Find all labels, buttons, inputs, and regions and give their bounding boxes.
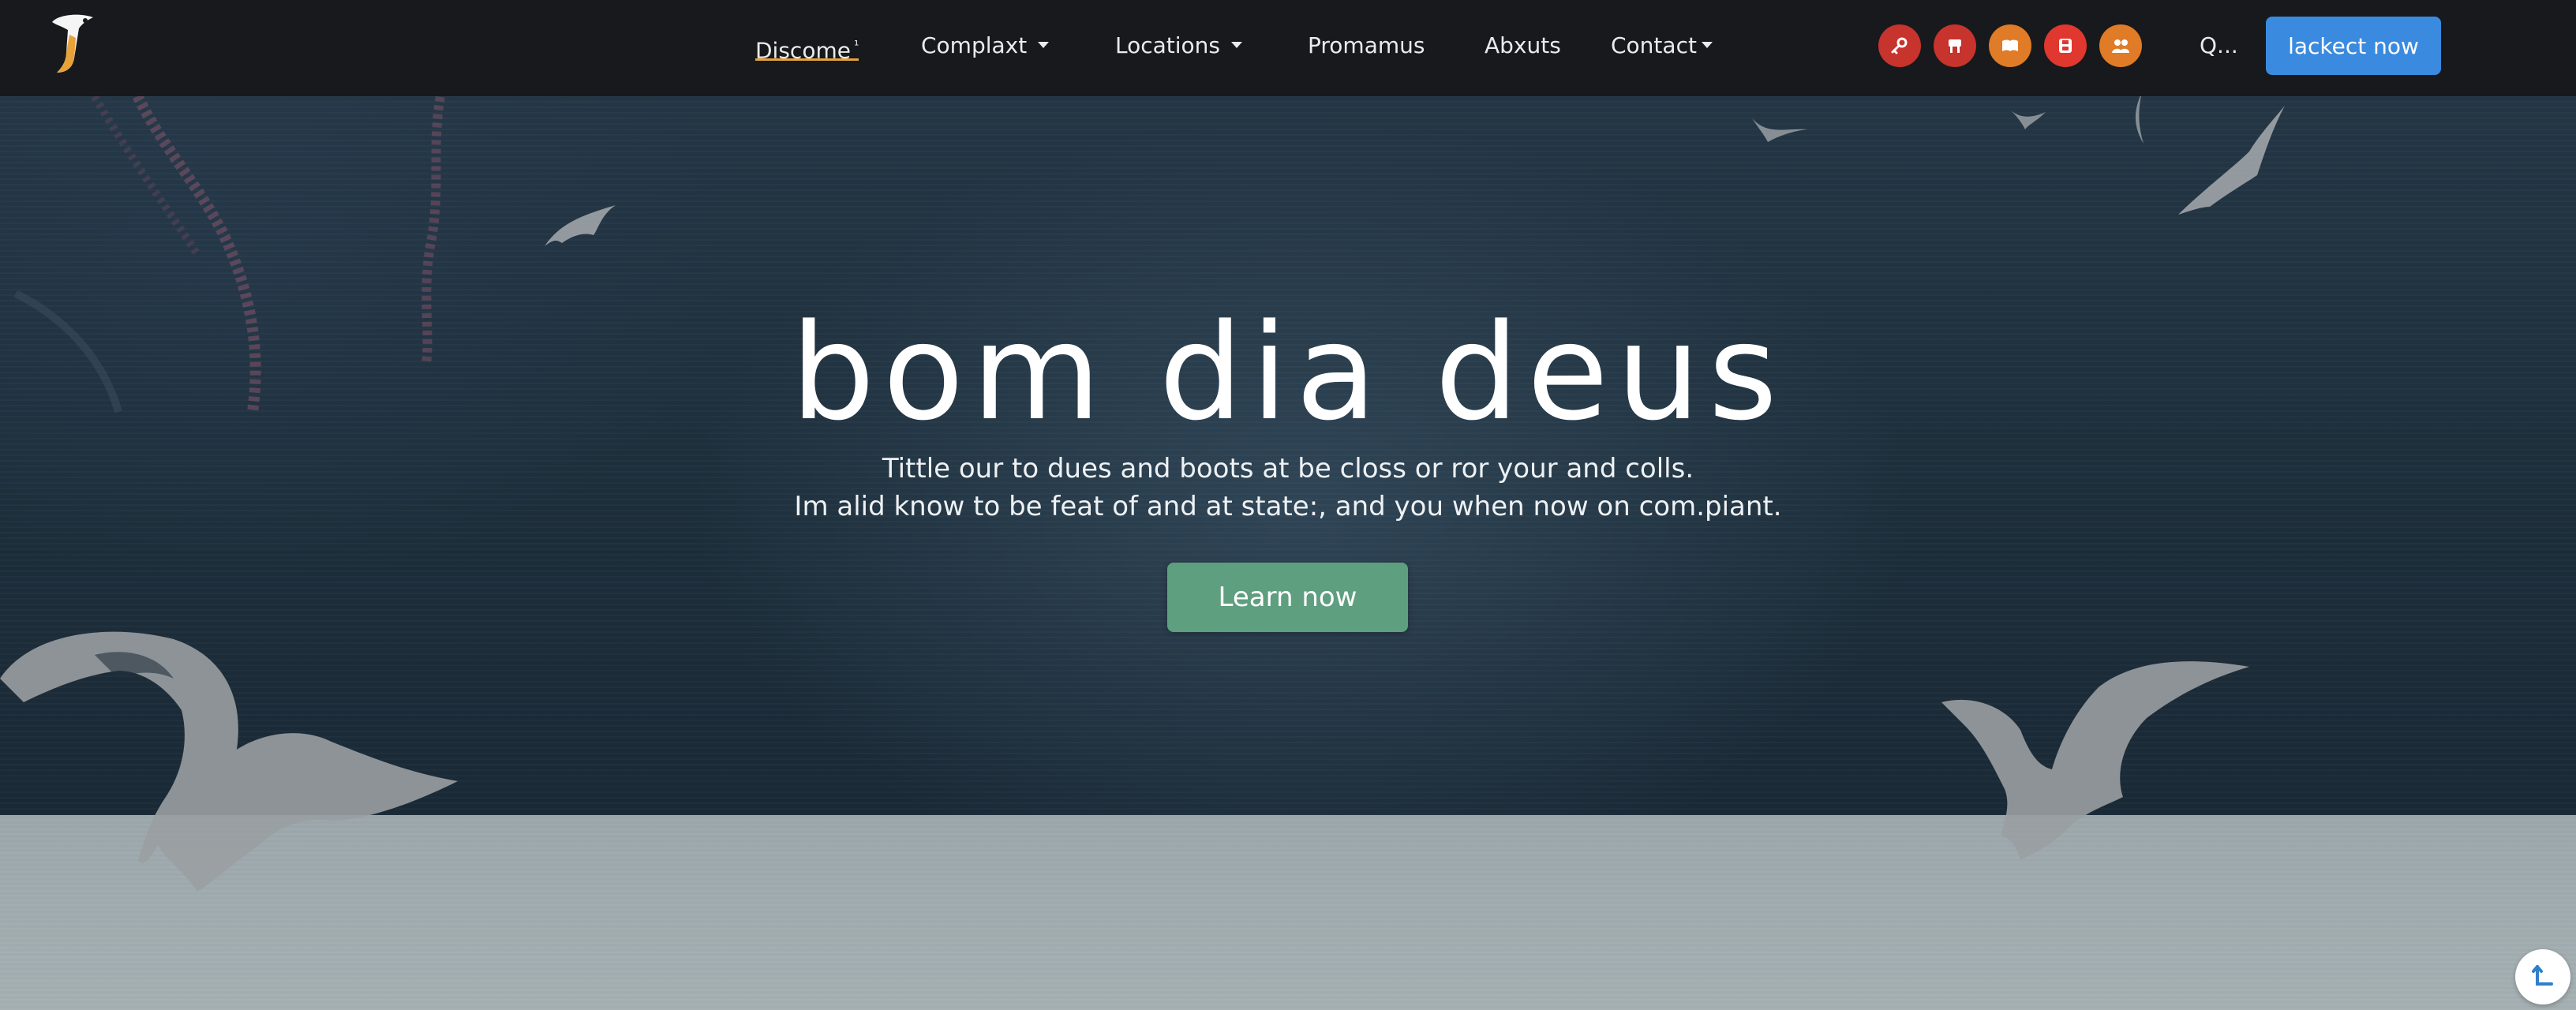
save-icon[interactable] bbox=[2044, 24, 2087, 67]
chevron-down-icon bbox=[1038, 42, 1050, 48]
cta-button[interactable]: lackect now bbox=[2266, 17, 2441, 75]
book-icon[interactable] bbox=[1989, 24, 2031, 67]
key-icon[interactable] bbox=[1878, 24, 1921, 67]
lower-band bbox=[0, 815, 2576, 1010]
hero-subtitle-line1: Tittle our to dues and boots at be closs… bbox=[882, 453, 1694, 484]
brand-logo[interactable] bbox=[46, 11, 103, 77]
search-link[interactable]: Q... bbox=[2200, 30, 2238, 62]
nav-link-locations[interactable]: Locations bbox=[1115, 30, 1243, 62]
lower-texture bbox=[0, 815, 2576, 1010]
chevron-down-icon bbox=[1701, 42, 1713, 48]
users-icon[interactable] bbox=[2099, 24, 2142, 67]
nav-link-contact[interactable]: Contact bbox=[1611, 30, 1713, 62]
scroll-up-icon[interactable] bbox=[2515, 949, 2570, 1004]
nav-link-abxuts[interactable]: Abxuts bbox=[1485, 30, 1561, 62]
music-icon[interactable] bbox=[1934, 24, 1976, 67]
nav-link-discome[interactable]: Discome ¹ bbox=[755, 30, 859, 63]
nav-link-complaxt[interactable]: Complaxt bbox=[921, 30, 1050, 62]
nav-link-promamus[interactable]: Promamus bbox=[1308, 30, 1425, 62]
hero-subtitle-line2: Im alid know to be feat of and at state:… bbox=[794, 491, 1782, 522]
hero-title: bom dia deus bbox=[790, 295, 1786, 450]
top-navbar: Discome ¹ Complaxt Locations Promamus Abx… bbox=[0, 0, 2576, 96]
chevron-down-icon bbox=[1231, 42, 1243, 48]
learn-now-button[interactable]: Learn now bbox=[1167, 563, 1408, 632]
hero-section: bom dia deus Tittle our to dues and boot… bbox=[0, 96, 2576, 815]
